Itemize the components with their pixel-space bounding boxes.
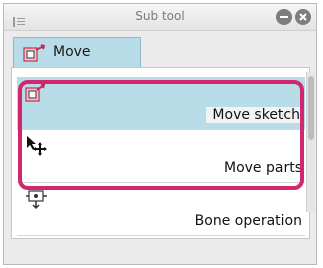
tool-label-move-parts: Move parts	[224, 160, 302, 176]
list-scrollbar[interactable]	[306, 72, 315, 212]
tool-label-bone-operation: Bone operation	[194, 213, 302, 229]
minimize-icon	[280, 16, 288, 18]
minimize-button[interactable]	[276, 9, 292, 25]
sub-tool-list: Move sketch Move parts Bone operation	[11, 67, 310, 239]
tool-item-bone-operation[interactable]: Bone operation	[17, 183, 305, 235]
tab-move-label: Move	[53, 44, 91, 60]
close-button[interactable]	[295, 9, 311, 25]
tool-item-move-sketch[interactable]: Move sketch	[17, 77, 305, 129]
bone-operation-icon	[25, 188, 49, 214]
palette-title: Sub tool	[135, 9, 185, 23]
palette-titlebar[interactable]: Sub tool	[4, 4, 316, 31]
move-tool-icon	[23, 43, 47, 67]
sub-tool-palette: Sub tool Move Move sketch Move parts Bon…	[3, 3, 317, 265]
close-icon	[299, 13, 307, 21]
move-sketch-icon	[25, 82, 47, 108]
tool-label-move-sketch: Move sketch	[206, 107, 302, 123]
tab-move[interactable]: Move	[13, 37, 141, 67]
tool-item-move-parts[interactable]: Move parts	[17, 130, 305, 182]
list-divider	[17, 235, 305, 236]
move-parts-icon	[25, 135, 47, 161]
scrollbar-thumb[interactable]	[308, 76, 314, 140]
